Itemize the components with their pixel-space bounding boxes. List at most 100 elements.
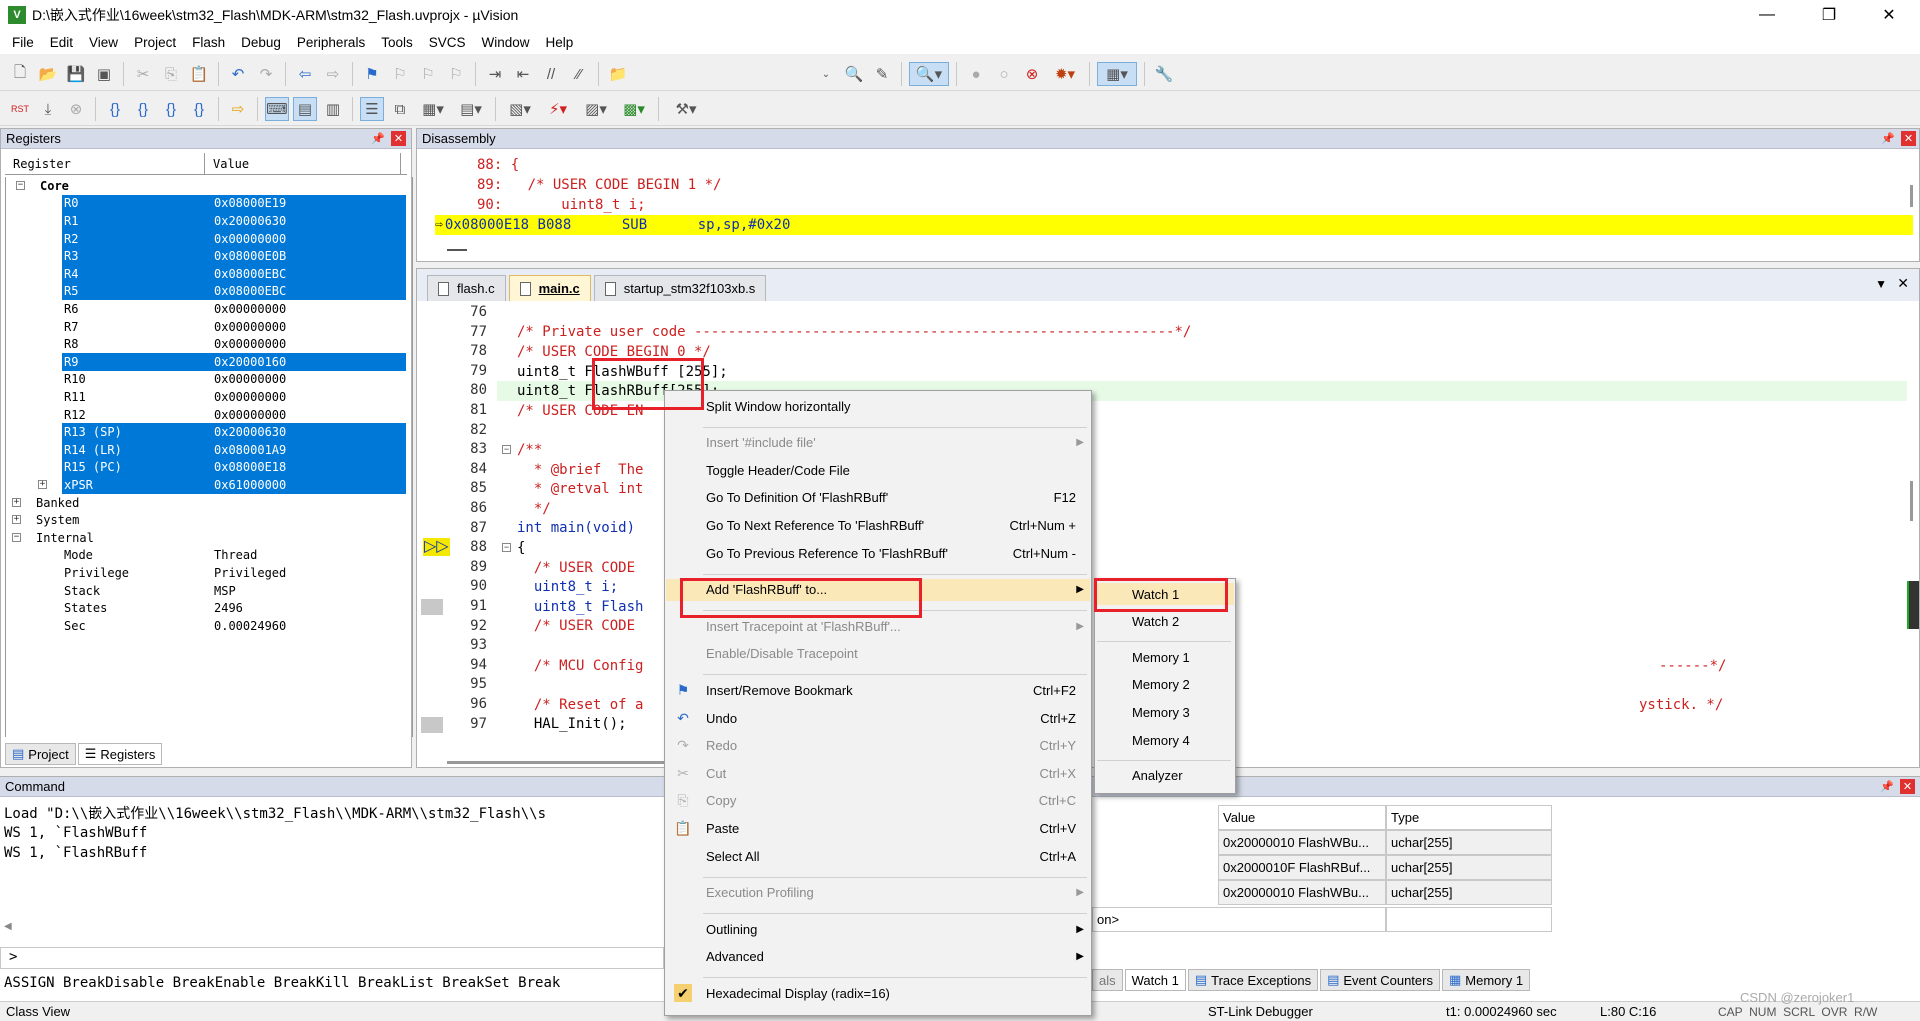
fold-icon[interactable]: −: [502, 543, 511, 553]
tab-watch-1[interactable]: Watch 1: [1124, 969, 1186, 991]
context-item-split-window-horizontally[interactable]: Split Window horizontally: [666, 395, 1090, 417]
watch-windows-icon[interactable]: ▦▾: [416, 97, 450, 121]
context-item-insert-include-file[interactable]: Insert '#include file' ▶: [666, 432, 1090, 454]
menu-peripherals[interactable]: Peripherals: [289, 35, 373, 50]
configure-icon[interactable]: 🔧: [1152, 62, 1176, 86]
vertical-scrollbar[interactable]: [1910, 481, 1913, 521]
menu-tools[interactable]: Tools: [373, 35, 421, 50]
maximize-button[interactable]: ❐: [1806, 0, 1852, 30]
show-next-statement-icon[interactable]: ⇨: [226, 97, 250, 121]
find-icon[interactable]: 🔍: [842, 62, 866, 86]
code-line[interactable]: /* Private user code -------------------…: [517, 323, 1191, 343]
context-item-insert-remove-bookmark[interactable]: ⚑ Insert/Remove Bookmark Ctrl+F2: [666, 679, 1090, 701]
context-item-outlining[interactable]: Outlining ▶: [666, 918, 1090, 940]
vertical-scrollbar[interactable]: [1910, 185, 1913, 207]
context-item-copy[interactable]: ⎘ Copy Ctrl+C: [666, 790, 1090, 812]
breakpoint-margin[interactable]: [421, 716, 443, 733]
tab-trace-exceptions[interactable]: ▤ Trace Exceptions: [1187, 969, 1319, 991]
code-line[interactable]: uint8_t i;: [517, 577, 618, 597]
register-row[interactable]: System +: [6, 511, 406, 529]
code-line[interactable]: uint8_t Flash: [517, 597, 644, 617]
register-row[interactable]: xPSR 0x61000000 +: [6, 476, 406, 494]
register-row[interactable]: R1 0x20000630: [6, 212, 406, 230]
register-row[interactable]: R10 0x00000000: [6, 371, 406, 389]
watch-col-value[interactable]: Value: [1218, 805, 1386, 830]
code-line[interactable]: /**: [517, 440, 542, 460]
code-line[interactable]: /* USER CODE: [517, 617, 635, 637]
context-item-go-to-next-reference-to-flashrbuff[interactable]: Go To Next Reference To 'FlashRBuff' Ctrl…: [666, 514, 1090, 536]
register-row[interactable]: States 2496: [6, 599, 406, 617]
close-panel-icon[interactable]: ✕: [1901, 131, 1916, 146]
close-panel-icon[interactable]: ✕: [1900, 779, 1915, 794]
tab-project[interactable]: ▤ Project: [5, 743, 76, 765]
collapse-icon[interactable]: −: [16, 181, 25, 190]
expand-icon[interactable]: +: [12, 497, 21, 507]
toolbox-icon[interactable]: ⚒▾: [666, 97, 706, 121]
save-all-icon[interactable]: ▣: [92, 62, 116, 86]
code-line[interactable]: * @brief The: [517, 460, 644, 480]
code-line[interactable]: /* Reset of a: [517, 695, 644, 715]
context-item-paste[interactable]: 📋 Paste Ctrl+V: [666, 817, 1090, 839]
redo-icon[interactable]: ↷: [254, 62, 278, 86]
register-row[interactable]: R2 0x00000000: [6, 229, 406, 248]
register-row[interactable]: Sec 0.00024960: [6, 617, 406, 635]
register-row[interactable]: R0 0x08000E19: [6, 194, 406, 213]
submenu-item-analyzer[interactable]: Analyzer: [1096, 765, 1234, 787]
step-out-icon[interactable]: {}: [159, 97, 183, 121]
breakpoint-margin[interactable]: [421, 599, 443, 615]
register-row[interactable]: Core −: [6, 177, 406, 195]
call-stack-icon[interactable]: ⧉: [388, 97, 412, 121]
menu-help[interactable]: Help: [538, 35, 582, 50]
prev-bookmark-icon[interactable]: ⚐: [388, 62, 412, 86]
window-layout-icon[interactable]: ▦▾: [1097, 62, 1137, 86]
unindent-icon[interactable]: ⇤: [511, 62, 535, 86]
close-tab-icon[interactable]: ✕: [1897, 275, 1909, 292]
context-item-undo[interactable]: ↶ Undo Ctrl+Z: [666, 707, 1090, 729]
menu-edit[interactable]: Edit: [42, 35, 81, 50]
code-line[interactable]: /* MCU Config: [517, 656, 644, 676]
debug-session-icon[interactable]: 🔍 ▾: [909, 62, 949, 86]
code-line[interactable]: */: [517, 499, 551, 519]
stop-icon[interactable]: ⊗: [64, 97, 88, 121]
watch-enter-expression[interactable]: on>: [1092, 907, 1386, 932]
code-line[interactable]: /* USER CODE: [517, 558, 635, 578]
submenu-item-memory-3[interactable]: Memory 3: [1096, 701, 1234, 723]
context-item-insert-tracepoint-at-flashrbuff[interactable]: Insert Tracepoint at 'FlashRBuff'... ▶: [666, 615, 1090, 637]
tab-list-chevron-icon[interactable]: ▼: [1875, 277, 1887, 291]
close-window-button[interactable]: ✕: [1866, 0, 1912, 30]
register-row[interactable]: R7 0x00000000: [6, 318, 406, 336]
register-row[interactable]: R14 (LR) 0x080001A9: [6, 441, 406, 459]
command-window-icon[interactable]: ⌨: [265, 97, 289, 121]
paste-icon[interactable]: 📋: [187, 62, 211, 86]
pin-icon[interactable]: 📌: [1880, 780, 1894, 793]
register-row[interactable]: Stack MSP: [6, 582, 406, 600]
pin-icon[interactable]: 📌: [1881, 132, 1895, 145]
kill-breakpoints-icon[interactable]: ⊗: [1020, 62, 1044, 86]
registers-window-icon[interactable]: ☰: [360, 97, 384, 121]
run-icon[interactable]: ⤓: [36, 97, 60, 121]
context-item-go-to-previous-reference-to-flashrbuff[interactable]: Go To Previous Reference To 'FlashRBuff'…: [666, 542, 1090, 564]
scroll-left-icon[interactable]: ◀: [4, 921, 12, 932]
step-into-icon[interactable]: {}: [103, 97, 127, 121]
menu-debug[interactable]: Debug: [233, 35, 289, 50]
context-item-enable-disable-tracepoint[interactable]: Enable/Disable Tracepoint: [666, 643, 1090, 665]
register-row[interactable]: R3 0x08000E0B: [6, 247, 406, 265]
register-row[interactable]: R9 0x20000160: [6, 353, 406, 371]
tab-registers[interactable]: ☰ Registers: [77, 743, 163, 765]
register-row[interactable]: Internal −: [6, 529, 406, 547]
submenu-item-watch-2[interactable]: Watch 2: [1096, 611, 1234, 633]
step-over-icon[interactable]: {}: [131, 97, 155, 121]
code-line[interactable]: /* USER CODE EN: [517, 401, 643, 421]
context-item-toggle-header-code-file[interactable]: Toggle Header/Code File: [666, 459, 1090, 481]
code-line[interactable]: * @retval int: [517, 479, 644, 499]
menu-project[interactable]: Project: [126, 35, 184, 50]
register-row[interactable]: Privilege Privileged: [6, 564, 406, 582]
symbols-window-icon[interactable]: ▥: [321, 97, 345, 121]
register-row[interactable]: R13 (SP) 0x20000630: [6, 423, 406, 441]
uncomment-icon[interactable]: ⁄⁄: [567, 62, 591, 86]
submenu-item-watch-1[interactable]: Watch 1: [1096, 583, 1234, 605]
tab-locals[interactable]: als: [1092, 969, 1123, 991]
register-row[interactable]: R15 (PC) 0x08000E18: [6, 458, 406, 477]
new-file-icon[interactable]: 🗋: [8, 62, 32, 86]
memory-windows-icon[interactable]: ▤▾: [454, 97, 488, 121]
